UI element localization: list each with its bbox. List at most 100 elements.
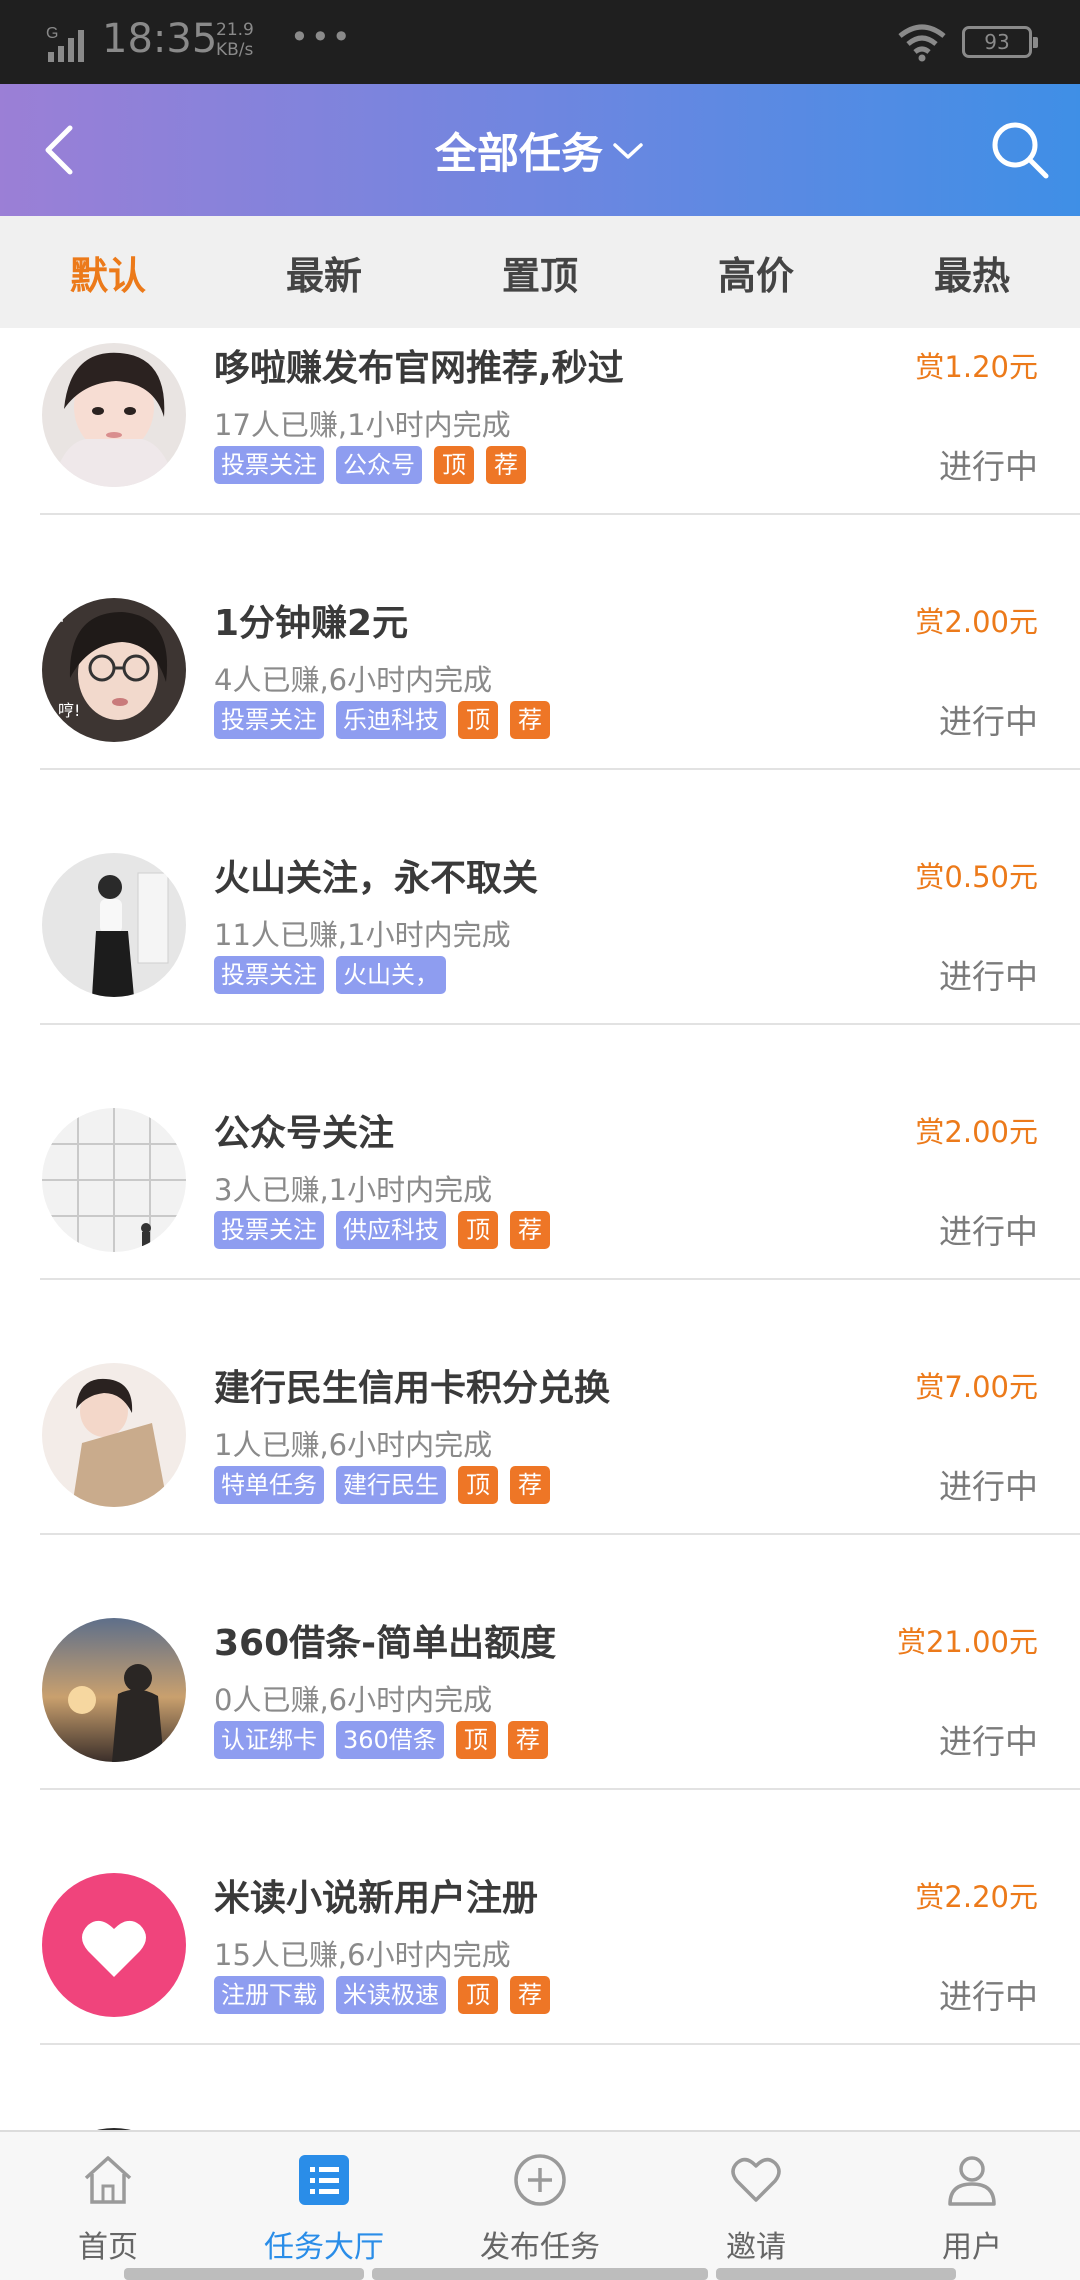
list-icon xyxy=(299,2155,349,2205)
gesture-bar xyxy=(716,2268,956,2280)
reward-amount: 赏21.00元 xyxy=(896,1625,1038,1659)
avatar xyxy=(42,1363,186,1507)
top-badge: 顶 xyxy=(458,1466,498,1504)
reward-amount: 赏7.00元 xyxy=(915,1370,1038,1404)
task-item[interactable]: 公众号关注 3人已赚,1小时内完成 投票关注 供应科技 顶 荐 赏2.00元 进… xyxy=(0,1025,1080,1280)
task-status: 进行中 xyxy=(939,702,1038,741)
task-status: 进行中 xyxy=(939,1977,1038,2016)
task-subtitle: 15人已赚,6小时内完成 xyxy=(214,1938,511,1972)
network-speed: 21.9 KB/s xyxy=(216,20,254,60)
avatar xyxy=(42,853,186,997)
task-status: 进行中 xyxy=(939,1722,1038,1761)
nav-invite-label: 邀请 xyxy=(726,2230,786,2265)
reward-amount: 赏1.20元 xyxy=(915,350,1038,384)
task-subtitle: 11人已赚,1小时内完成 xyxy=(214,918,511,952)
chevron-down-icon xyxy=(613,143,643,159)
task-subtitle: 4人已赚,6小时内完成 xyxy=(214,663,493,697)
gesture-bar xyxy=(372,2268,708,2280)
task-item[interactable]: 哆啦赚发布官网推荐,秒过 17人已赚,1小时内完成 投票关注 公众号 顶 荐 赏… xyxy=(0,328,1080,515)
task-subtitle: 0人已赚,6小时内完成 xyxy=(214,1683,493,1717)
top-badge: 顶 xyxy=(458,1211,498,1249)
task-status: 进行中 xyxy=(939,1212,1038,1251)
search-button[interactable] xyxy=(988,118,1052,182)
task-item[interactable]: 火山关注，永不取关 11人已赚,1小时内完成 投票关注 火山关， 赏0.50元 … xyxy=(0,770,1080,1025)
category-tag: 投票关注 xyxy=(214,956,324,994)
tab-default[interactable]: 默认 xyxy=(0,216,216,328)
task-title: 哆啦赚发布官网推荐,秒过 xyxy=(214,348,624,389)
nav-publish-task[interactable]: 发布任务 xyxy=(432,2132,648,2280)
reward-amount: 赏2.00元 xyxy=(915,1115,1038,1149)
task-title: 建行民生信用卡积分兑换 xyxy=(214,1368,611,1409)
top-badge: 顶 xyxy=(458,701,498,739)
tab-pinned[interactable]: 置顶 xyxy=(432,216,648,328)
user-icon xyxy=(948,2156,996,2206)
status-time: 18:35 xyxy=(102,16,218,62)
nav-user-label: 用户 xyxy=(942,2230,1002,2265)
top-badge: 顶 xyxy=(458,1976,498,2014)
avatar-caption: 哼! xyxy=(58,701,80,720)
category-tag: 投票关注 xyxy=(214,701,324,739)
tag-row: 注册下载 米读极速 顶 荐 xyxy=(214,1976,550,2014)
network-speed-unit: KB/s xyxy=(216,40,254,60)
task-item[interactable]: 米读小说新用户注册 15人已赚,6小时内完成 注册下载 米读极速 顶 荐 赏2.… xyxy=(0,1790,1080,2045)
recommend-badge: 荐 xyxy=(510,1211,550,1249)
reward-amount: 赏2.20元 xyxy=(915,1880,1038,1914)
nav-task-hall[interactable]: 任务大厅 xyxy=(216,2132,432,2280)
nav-invite[interactable]: 邀请 xyxy=(648,2132,864,2280)
tag-row: 投票关注 乐迪科技 顶 荐 xyxy=(214,701,550,739)
heart-icon xyxy=(731,2157,781,2202)
task-item[interactable]: 建行民生信用卡积分兑换 1人已赚,6小时内完成 特单任务 建行民生 顶 荐 赏7… xyxy=(0,1280,1080,1535)
reward-amount: 赏0.50元 xyxy=(915,860,1038,894)
task-item[interactable]: 360借条-简单出额度 0人已赚,6小时内完成 认证绑卡 360借条 顶 荐 赏… xyxy=(0,1535,1080,1790)
battery-icon: 93 xyxy=(962,26,1038,58)
top-badge: 顶 xyxy=(455,1721,496,1759)
tab-high-price[interactable]: 高价 xyxy=(648,216,864,328)
nav-publish-task-label: 发布任务 xyxy=(480,2230,600,2265)
category-tag: 建行民生 xyxy=(336,1466,446,1504)
tag-row: 认证绑卡 360借条 顶 荐 xyxy=(214,1721,548,1759)
task-status: 进行中 xyxy=(939,1467,1038,1506)
avatar-caption: 娇 xyxy=(46,601,66,625)
task-status: 进行中 xyxy=(939,957,1038,996)
avatar: 娇 哼! xyxy=(42,598,186,742)
top-badge: 顶 xyxy=(434,446,474,484)
category-tag: 认证绑卡 xyxy=(214,1721,324,1759)
task-title: 火山关注，永不取关 xyxy=(214,858,539,899)
status-bar: G 18:35 21.9 KB/s ••• 93 xyxy=(0,0,1080,84)
recommend-badge: 荐 xyxy=(510,1466,550,1504)
home-icon xyxy=(84,2156,132,2204)
tab-hottest[interactable]: 最热 xyxy=(864,216,1080,328)
category-tag: 公众号 xyxy=(336,446,422,484)
category-tag: 注册下载 xyxy=(214,1976,324,2014)
category-tag: 供应科技 xyxy=(336,1211,446,1249)
category-tag: 投票关注 xyxy=(214,446,324,484)
sort-tabs: 默认 最新 置顶 高价 最热 xyxy=(0,216,1080,328)
task-status: 进行中 xyxy=(939,447,1038,486)
nav-user[interactable]: 用户 xyxy=(864,2132,1080,2280)
task-title: 公众号关注 xyxy=(214,1113,395,1154)
network-type: G xyxy=(46,25,58,42)
recommend-badge: 荐 xyxy=(510,1976,550,2014)
nav-home[interactable]: 首页 xyxy=(0,2132,216,2280)
cellular-signal-icon: G xyxy=(46,25,84,62)
app-header: 全部任务 xyxy=(0,84,1080,216)
title-dropdown[interactable]: 全部任务 xyxy=(0,84,1080,216)
network-speed-value: 21.9 xyxy=(216,20,254,40)
recommend-badge: 荐 xyxy=(486,446,526,484)
category-tag: 火山关， xyxy=(336,956,446,994)
tag-row: 投票关注 供应科技 顶 荐 xyxy=(214,1211,550,1249)
plus-circle-icon xyxy=(514,2154,566,2206)
task-item[interactable] xyxy=(0,2045,1080,2130)
nav-home-label: 首页 xyxy=(78,2230,138,2265)
more-notifications-icon: ••• xyxy=(290,18,353,56)
task-subtitle: 3人已赚,1小时内完成 xyxy=(214,1173,493,1207)
avatar xyxy=(42,343,186,487)
tab-latest[interactable]: 最新 xyxy=(216,216,432,328)
avatar xyxy=(42,1873,186,2017)
avatar xyxy=(42,1108,186,1252)
category-tag: 米读极速 xyxy=(336,1976,446,2014)
task-item[interactable]: 娇 哼! 1分钟赚2元 4人已赚,6小时内完成 投票关注 乐迪科技 顶 荐 赏2… xyxy=(0,515,1080,770)
recommend-badge: 荐 xyxy=(510,701,550,739)
category-tag: 投票关注 xyxy=(214,1211,324,1249)
gesture-bar xyxy=(124,2268,364,2280)
